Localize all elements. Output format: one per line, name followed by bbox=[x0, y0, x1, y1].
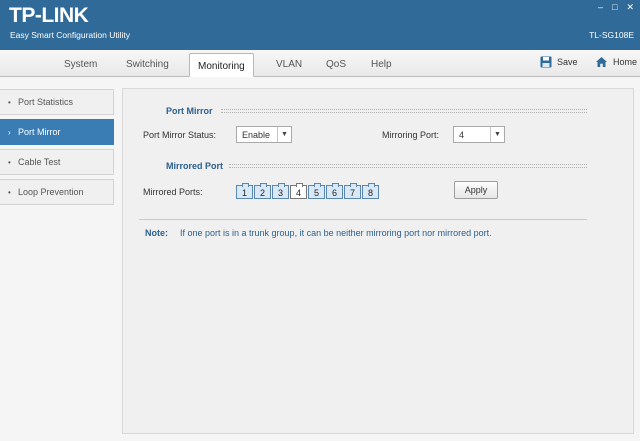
port-6-toggle[interactable]: 6 bbox=[326, 183, 343, 199]
mirrored-ports-label: Mirrored Ports: bbox=[143, 187, 203, 197]
section-divider bbox=[221, 109, 587, 113]
device-model: TL-SG108E bbox=[589, 30, 634, 40]
tab-vlan[interactable]: VLAN bbox=[276, 59, 302, 70]
mirroring-port-label: Mirroring Port: bbox=[382, 130, 440, 140]
app-header: TP-LINK Easy Smart Configuration Utility… bbox=[0, 0, 640, 50]
sidebar-item-cable-test[interactable]: • Cable Test bbox=[0, 149, 114, 175]
port-4-toggle[interactable]: 4 bbox=[290, 183, 307, 199]
section-divider bbox=[229, 164, 587, 168]
bullet-icon: • bbox=[8, 97, 11, 107]
note-text: If one port is in a trunk group, it can … bbox=[180, 228, 492, 238]
app-subtitle: Easy Smart Configuration Utility bbox=[10, 30, 130, 40]
tab-bar: System Switching Monitoring VLAN QoS Hel… bbox=[0, 50, 640, 77]
port-7-toggle[interactable]: 7 bbox=[344, 183, 361, 199]
bullet-icon: • bbox=[8, 187, 11, 197]
port-mirror-status-value: Enable bbox=[242, 129, 271, 140]
port-1-toggle[interactable]: 1 bbox=[236, 183, 253, 199]
port-2-toggle[interactable]: 2 bbox=[254, 183, 271, 199]
mirroring-port-value: 4 bbox=[459, 129, 465, 140]
sidebar-item-port-mirror[interactable]: › Port Mirror bbox=[0, 119, 114, 145]
sidebar-item-label: Loop Prevention bbox=[18, 187, 84, 197]
home-button[interactable]: Home bbox=[595, 56, 637, 68]
bullet-icon: • bbox=[8, 157, 11, 167]
tab-help[interactable]: Help bbox=[371, 59, 392, 70]
port-8-toggle[interactable]: 8 bbox=[362, 183, 379, 199]
mirroring-port-select[interactable]: 4 ▼ bbox=[453, 126, 505, 143]
apply-button[interactable]: Apply bbox=[454, 181, 498, 199]
port-mirror-status-select[interactable]: Enable ▼ bbox=[236, 126, 292, 143]
save-button[interactable]: Save bbox=[540, 56, 578, 68]
content-panel: Port Mirror Port Mirror Status: Enable ▼… bbox=[122, 88, 634, 434]
port-mirror-status-label: Port Mirror Status: bbox=[143, 130, 217, 140]
house-icon bbox=[596, 57, 607, 67]
mirrored-ports-selector: 1 2 3 4 5 6 7 8 bbox=[236, 183, 379, 199]
brand-logo: TP-LINK bbox=[9, 4, 89, 27]
floppy-disk-icon bbox=[540, 56, 552, 68]
sidebar: • Port Statistics › Port Mirror • Cable … bbox=[0, 89, 114, 209]
tab-monitoring[interactable]: Monitoring bbox=[189, 53, 254, 77]
sidebar-item-label: Port Statistics bbox=[18, 97, 74, 107]
close-icon[interactable]: ✕ bbox=[626, 2, 634, 13]
sidebar-item-label: Cable Test bbox=[18, 157, 61, 167]
home-label: Home bbox=[613, 57, 638, 67]
port-3-toggle[interactable]: 3 bbox=[272, 183, 289, 199]
note-label: Note: bbox=[145, 228, 168, 238]
port-mirror-section-title: Port Mirror bbox=[166, 106, 213, 116]
divider bbox=[139, 219, 587, 220]
maximize-icon[interactable]: □ bbox=[612, 2, 617, 13]
tab-switching[interactable]: Switching bbox=[126, 59, 169, 70]
sidebar-item-port-statistics[interactable]: • Port Statistics bbox=[0, 89, 114, 115]
tab-system[interactable]: System bbox=[64, 59, 97, 70]
dropdown-arrow-icon: ▼ bbox=[490, 127, 504, 142]
mirrored-port-section-title: Mirrored Port bbox=[166, 161, 224, 171]
port-5-toggle[interactable]: 5 bbox=[308, 183, 325, 199]
window-controls: – □ ✕ bbox=[598, 2, 634, 13]
minimize-icon[interactable]: – bbox=[598, 2, 603, 13]
dropdown-arrow-icon: ▼ bbox=[277, 127, 291, 142]
sidebar-item-loop-prevention[interactable]: • Loop Prevention bbox=[0, 179, 114, 205]
chevron-right-icon: › bbox=[8, 127, 11, 137]
sidebar-item-label: Port Mirror bbox=[18, 127, 61, 137]
save-label: Save bbox=[557, 57, 578, 67]
tab-qos[interactable]: QoS bbox=[326, 59, 346, 70]
